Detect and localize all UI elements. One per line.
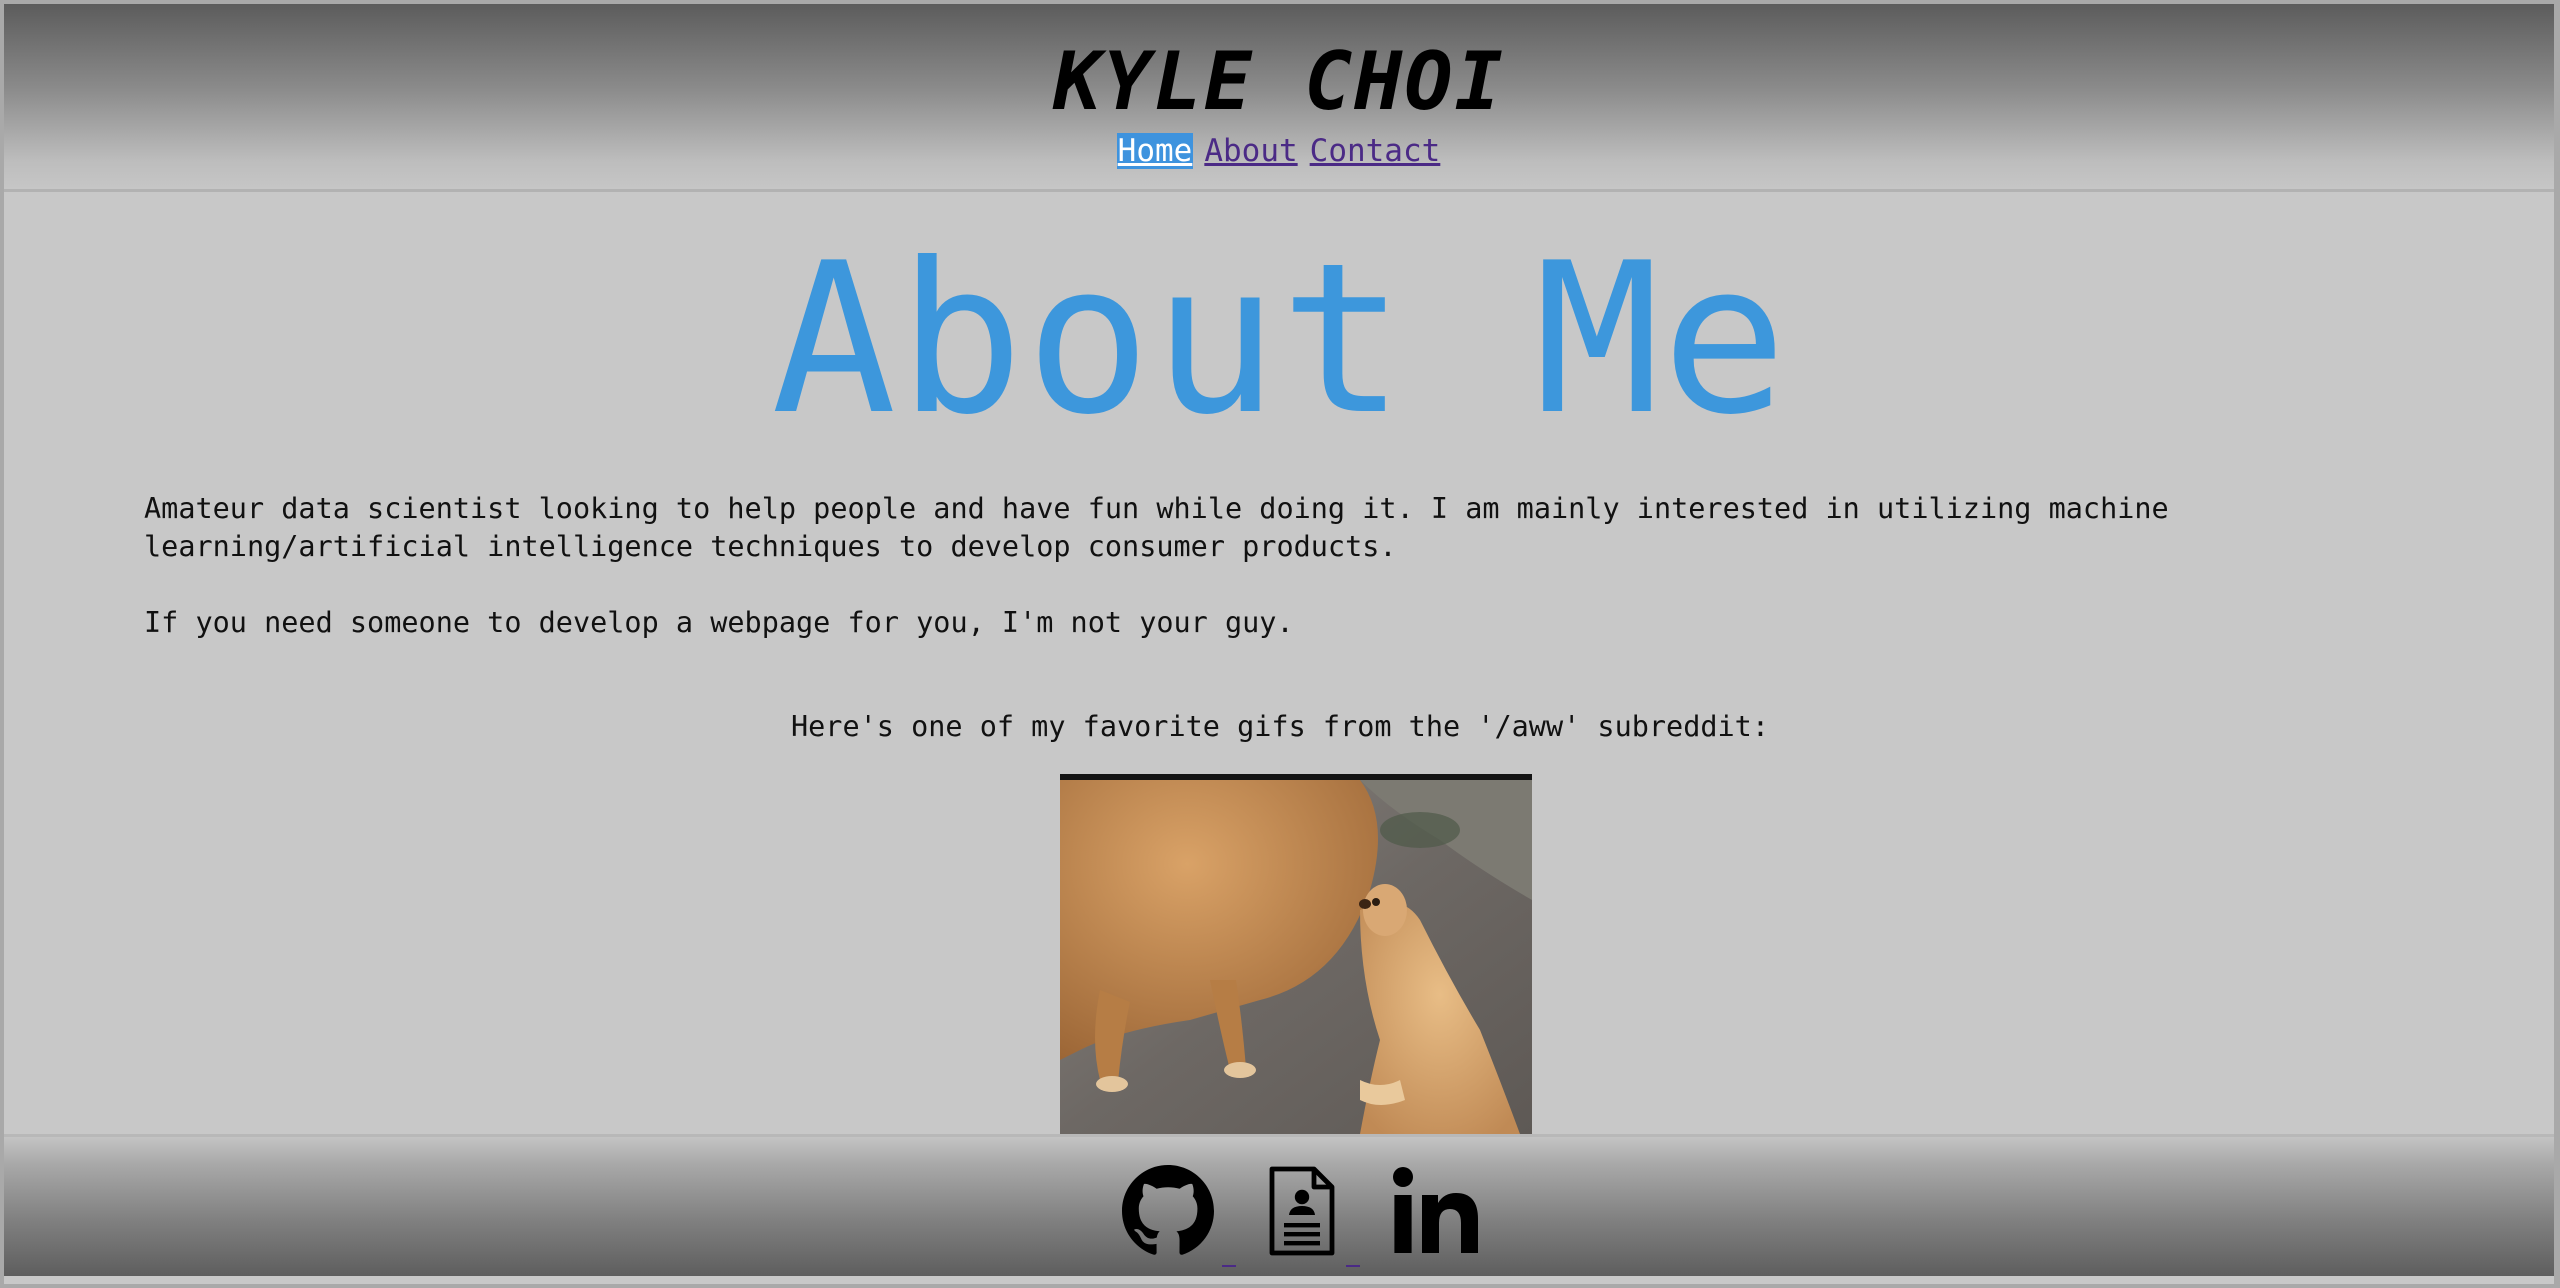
- github-link[interactable]: [1122, 1165, 1214, 1261]
- github-icon: [1122, 1165, 1214, 1255]
- gif-caption: Here's one of my favorite gifs from the …: [790, 710, 1770, 743]
- site-footer: [4, 1134, 2554, 1276]
- link-underline-mark: [1222, 1265, 1236, 1267]
- nav-link-contact[interactable]: Contact: [1309, 133, 1442, 169]
- nav-link-about[interactable]: About: [1203, 133, 1298, 169]
- linkedin-icon: [1393, 1167, 1478, 1253]
- link-underline-mark: [1346, 1265, 1360, 1267]
- bio-paragraph-secondary: If you need someone to develop a webpage…: [144, 606, 1294, 639]
- nav-link-home[interactable]: Home: [1116, 133, 1194, 169]
- dog-gif-illustration: [1060, 780, 1532, 1134]
- dog-gif-image: [1060, 774, 1532, 1134]
- site-header: KYLE CHOI Home About Contact: [4, 4, 2554, 192]
- resume-link[interactable]: [1266, 1165, 1338, 1261]
- resume-document-icon: [1269, 1166, 1335, 1256]
- site-title: KYLE CHOI: [1053, 35, 1505, 128]
- bio-paragraph: Amateur data scientist looking to help p…: [144, 492, 2169, 563]
- linkedin-link[interactable]: [1392, 1165, 1482, 1261]
- main-nav: Home About Contact: [4, 132, 2554, 170]
- page-heading: About Me: [771, 219, 1789, 461]
